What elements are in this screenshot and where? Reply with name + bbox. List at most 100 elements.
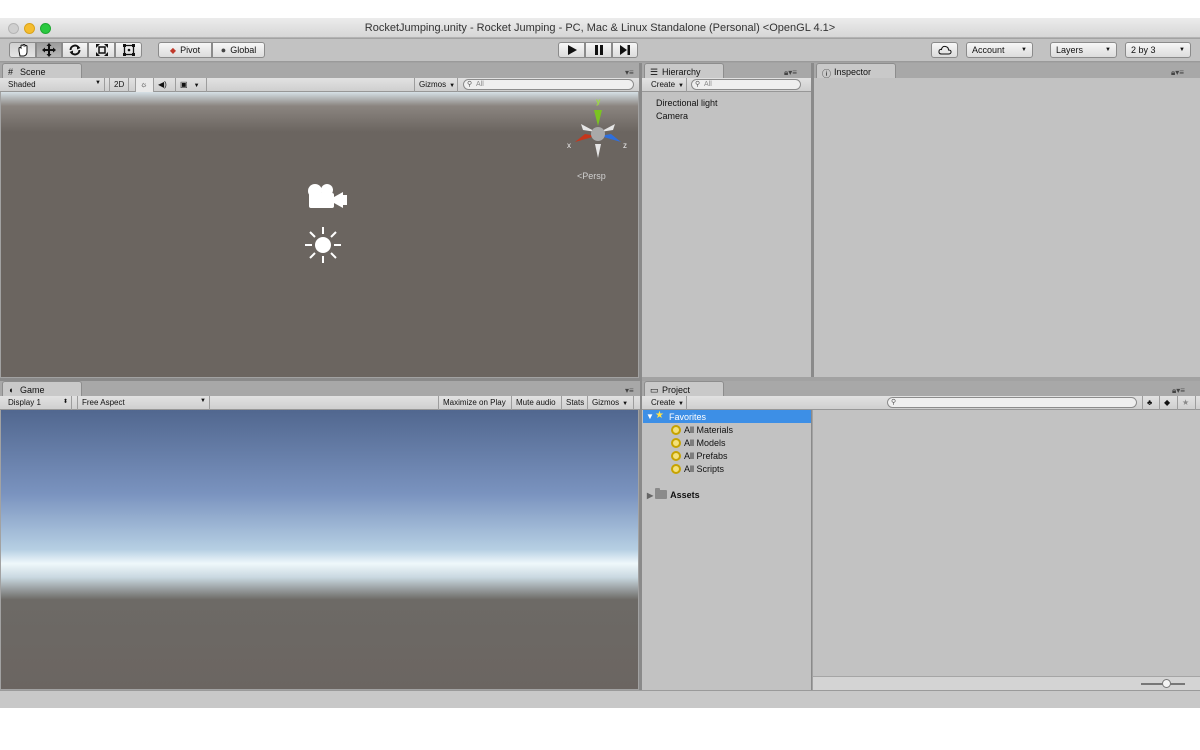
pacman-icon: ◖ (8, 385, 14, 395)
chevron-updown-icon: ⬍ (62, 399, 68, 405)
stats-toggle[interactable]: Stats (562, 396, 588, 410)
cloud-button[interactable] (931, 42, 958, 58)
sun-icon: ☼ (140, 80, 148, 89)
move-tool-button[interactable] (36, 42, 62, 58)
favorite-all-prefabs[interactable]: All Prefabs (671, 451, 728, 461)
light-icon[interactable] (304, 226, 342, 264)
chevron-down-icon: ▼ (200, 398, 206, 404)
project-search-input[interactable]: ⚲ (887, 397, 1137, 408)
expand-arrow-icon[interactable]: ▶ (647, 491, 653, 500)
lock-icon[interactable]: 🔒︎▾≡ (784, 68, 797, 78)
assets-folder[interactable]: ▶ Assets (647, 488, 700, 500)
scene-audio-toggle[interactable]: ◀) (154, 78, 176, 92)
status-bar (0, 690, 1200, 708)
zoom-slider-thumb[interactable] (1162, 679, 1171, 688)
hierarchy-create-dropdown[interactable]: Create ▼ (647, 78, 687, 92)
chevron-down-icon: ▼ (1179, 47, 1185, 53)
rotate-tool-button[interactable] (62, 42, 88, 58)
game-viewport[interactable] (1, 410, 638, 689)
mute-audio-toggle[interactable]: Mute audio (512, 396, 562, 410)
axis-y-label: y (596, 97, 601, 106)
tab-inspector[interactable]: ⓘ Inspector (816, 63, 896, 79)
2d-toggle[interactable]: 2D (109, 78, 129, 92)
inspector-panel (814, 78, 1200, 377)
hand-tool-button[interactable] (9, 42, 36, 58)
hand-icon (18, 44, 27, 57)
speaker-icon: ◀) (158, 80, 167, 89)
filter-by-label-button[interactable]: ◆ (1160, 396, 1178, 410)
hierarchy-item-directional-light[interactable]: Directional light (656, 98, 718, 108)
gizmos-dropdown[interactable]: Gizmos ▼ (414, 78, 458, 92)
lock-icon[interactable]: 🔒︎▾≡ (1171, 68, 1184, 78)
scene-effects-dropdown[interactable]: ▣ ▼ (176, 78, 207, 92)
chevron-down-icon: ▼ (193, 83, 200, 89)
globe-icon: ● (220, 45, 227, 55)
scene-toolbar: Shaded ▼ 2D ☼ ◀) ▣ ▼ Gizmos ▼ ⚲ All (0, 78, 640, 92)
rect-tool-button[interactable] (115, 42, 142, 58)
scene-viewport[interactable]: y x z <Persp (1, 92, 638, 377)
play-icon (567, 45, 577, 55)
account-dropdown[interactable]: Account ▼ (966, 42, 1033, 58)
chevron-down-icon: ▼ (678, 83, 684, 89)
project-create-dropdown[interactable]: Create ▼ (647, 396, 687, 410)
pause-button[interactable] (585, 42, 612, 58)
pivot-toggle[interactable]: ◆ Pivot (158, 42, 212, 58)
game-tabbar: ◖ Game ▾≡ (0, 381, 640, 397)
cloud-icon (937, 45, 952, 55)
scene-search-input[interactable]: ⚲ All (463, 79, 634, 90)
maximize-on-play-toggle[interactable]: Maximize on Play (438, 396, 512, 410)
title-bar: RocketJumping.unity - Rocket Jumping - P… (0, 18, 1200, 38)
image-icon: ▣ (180, 80, 188, 89)
shapes-icon: ♣ (1147, 398, 1153, 407)
lock-icon[interactable]: 🔒︎▾≡ (1172, 386, 1185, 396)
pivot-icon: ◆ (169, 45, 177, 55)
tab-project[interactable]: ▭ Project (644, 381, 724, 397)
search-icon (671, 425, 681, 435)
layers-dropdown[interactable]: Layers ▼ (1050, 42, 1117, 58)
axis-z-label: z (623, 141, 627, 150)
grid-icon: # (8, 67, 14, 77)
tag-icon: ◆ (1164, 398, 1171, 407)
project-assets-panel (813, 410, 1200, 676)
chevron-down-icon: ▼ (95, 80, 101, 86)
shading-mode-dropdown[interactable]: Shaded ▼ (4, 78, 105, 92)
move-arrows-icon (42, 43, 56, 57)
favorite-all-models[interactable]: All Models (671, 438, 726, 448)
tab-scene[interactable]: # Scene (2, 63, 82, 79)
favorite-all-materials[interactable]: All Materials (671, 425, 733, 435)
aspect-dropdown[interactable]: Free Aspect ▼ (77, 396, 210, 410)
display-dropdown[interactable]: Display 1 ⬍ (4, 396, 72, 410)
project-footer (813, 676, 1200, 690)
tab-hierarchy[interactable]: ☰ Hierarchy (644, 63, 724, 79)
step-button[interactable] (612, 42, 638, 58)
layout-dropdown[interactable]: 2 by 3 ▼ (1125, 42, 1191, 58)
hierarchy-item-camera[interactable]: Camera (656, 111, 688, 121)
filter-by-type-button[interactable]: ♣ (1142, 396, 1160, 410)
project-tree-panel: All Materials All Models All Prefabs All… (642, 410, 811, 690)
scale-tool-button[interactable] (88, 42, 115, 58)
collapse-arrow-icon[interactable]: ▼ (646, 412, 654, 421)
camera-icon[interactable] (306, 182, 348, 210)
favorite-all-scripts[interactable]: All Scripts (671, 464, 724, 474)
scene-lighting-toggle[interactable]: ☼ (135, 78, 154, 92)
project-splitter[interactable] (811, 410, 812, 690)
hierarchy-panel: Directional light Camera (642, 92, 811, 377)
favorite-search-button[interactable]: ★ (1178, 396, 1196, 410)
pane-menu-icon[interactable]: ▾≡ (625, 386, 634, 395)
axis-x-label: x (567, 141, 571, 150)
rotate-icon (69, 44, 81, 56)
favorites-folder[interactable]: ▼ ★ Favorites (643, 410, 812, 423)
search-icon (671, 464, 681, 474)
search-icon: ⚲ (891, 399, 897, 406)
chevron-down-icon: ▼ (622, 401, 629, 407)
play-button[interactable] (558, 42, 585, 58)
scene-tabbar: # Scene ▾≡ (0, 63, 640, 79)
chevron-down-icon: ▼ (449, 83, 456, 89)
global-toggle[interactable]: ● Global (212, 42, 265, 58)
game-gizmos-toggle[interactable]: Gizmos ▼ (588, 396, 634, 410)
pane-menu-icon[interactable]: ▾≡ (625, 68, 634, 77)
tab-game[interactable]: ◖ Game (2, 381, 82, 397)
hierarchy-search-input[interactable]: ⚲ All (691, 79, 801, 90)
hierarchy-toolbar: Create ▼ ⚲ All (642, 78, 811, 92)
projection-label[interactable]: <Persp (577, 171, 606, 181)
